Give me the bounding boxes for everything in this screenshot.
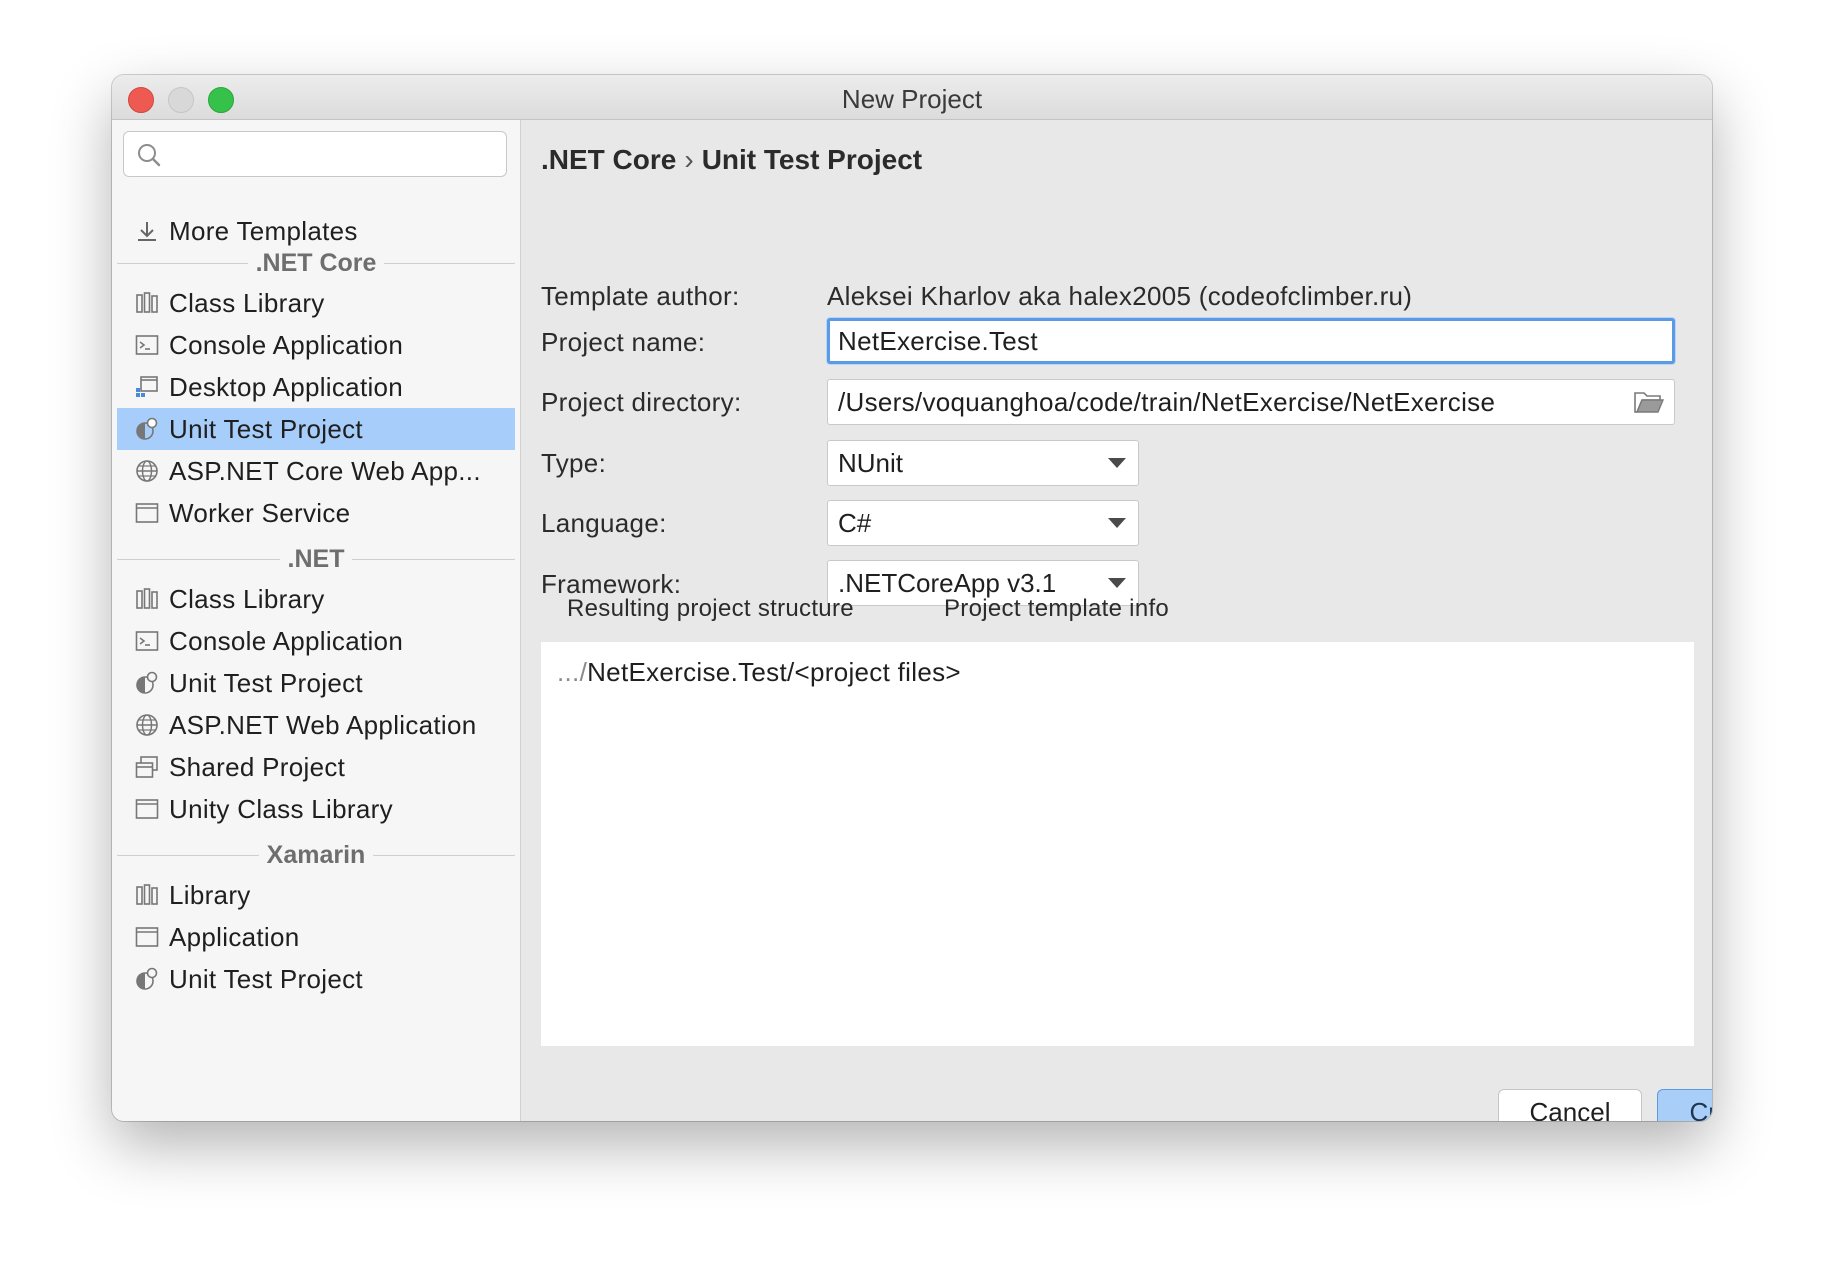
chevron-down-icon — [1108, 518, 1126, 528]
language-value: C# — [838, 507, 872, 538]
framework-value: .NETCoreApp v3.1 — [838, 567, 1057, 598]
window-icon — [134, 924, 160, 950]
tab-resulting-project-structure[interactable]: Resulting project structure — [541, 595, 904, 647]
library-icon — [134, 290, 160, 316]
breadcrumb-template: Unit Test Project — [701, 144, 923, 175]
template-item-label: Class Library — [169, 287, 325, 318]
template-item-unit-test-project[interactable]: Unit Test Project — [117, 958, 515, 1000]
template-item-label: Unity Class Library — [169, 793, 393, 824]
folder-open-icon[interactable] — [1634, 389, 1665, 422]
download-icon — [134, 218, 160, 244]
more-templates-button[interactable]: More Templates — [117, 210, 515, 252]
create-button-label: Create — [1689, 1096, 1712, 1122]
template-item-label: Shared Project — [169, 751, 346, 782]
template-item-console-application[interactable]: Console Application — [117, 324, 515, 366]
template-author-label: Template author: — [541, 281, 740, 311]
group-header-net: .NET — [117, 544, 516, 574]
console-icon — [134, 628, 160, 654]
project-structure-path: .../NetExercise.Test/<project files> — [557, 657, 961, 688]
template-details-panel: .NET Core › Unit Test Project Template aut… — [521, 120, 1712, 1121]
project-name-value: NetExercise.Test — [838, 325, 1038, 356]
cancel-button[interactable]: Cancel — [1498, 1089, 1642, 1121]
template-item-label: ASP.NET Core Web App... — [169, 455, 481, 486]
template-item-unity-class-library[interactable]: Unity Class Library — [117, 788, 515, 830]
create-button[interactable]: Create — [1657, 1089, 1712, 1121]
desktop-app-icon — [134, 374, 160, 400]
template-item-worker-service[interactable]: Worker Service — [117, 492, 515, 534]
template-item-label: Worker Service — [169, 497, 351, 528]
template-item-label: Unit Test Project — [169, 413, 363, 444]
group-title: .NET Core — [255, 248, 377, 277]
template-item-label: Class Library — [169, 583, 325, 614]
type-value: NUnit — [838, 447, 904, 478]
project-structure-panel: .../NetExercise.Test/<project files> — [541, 642, 1694, 1046]
tab-label: Resulting project structure — [567, 595, 854, 622]
template-item-label: Library — [169, 879, 251, 910]
window-icon — [134, 500, 160, 526]
path-prefix: .../ — [557, 657, 588, 687]
template-sidebar: More Templates .NET Core Class Library C… — [112, 120, 521, 1121]
breadcrumb-separator: › — [684, 144, 694, 175]
search-icon — [138, 144, 161, 167]
template-item-aspnet-web-application[interactable]: ASP.NET Web Application — [117, 704, 515, 746]
template-item-unit-test-project[interactable]: Unit Test Project — [117, 408, 515, 450]
library-icon — [134, 882, 160, 908]
new-project-dialog: New Project More Templates .NET Core Cla… — [112, 75, 1712, 1121]
project-directory-field[interactable]: /Users/voquanghoa/code/train/NetExercise… — [827, 379, 1675, 425]
template-item-class-library[interactable]: Class Library — [117, 282, 515, 324]
breadcrumb: .NET Core › Unit Test Project — [541, 144, 922, 176]
project-directory-label: Project directory: — [541, 387, 742, 417]
template-item-shared-project[interactable]: Shared Project — [117, 746, 515, 788]
template-item-label: Desktop Application — [169, 371, 404, 402]
template-item-label: Console Application — [169, 625, 404, 656]
template-item-desktop-application[interactable]: Desktop Application — [117, 366, 515, 408]
search-input[interactable] — [123, 131, 507, 177]
path-value: NetExercise.Test/<project files> — [587, 657, 961, 687]
project-name-label: Project name: — [541, 327, 706, 357]
cancel-button-label: Cancel — [1529, 1096, 1611, 1122]
more-templates-label: More Templates — [169, 215, 358, 246]
language-label: Language: — [541, 508, 667, 538]
template-item-label: Application — [169, 921, 300, 952]
group-header-net-core: .NET Core — [117, 248, 516, 278]
globe-icon — [134, 712, 160, 738]
unit-test-icon — [134, 966, 160, 992]
template-item-class-library[interactable]: Class Library — [117, 578, 515, 620]
template-item-aspnet-core-web-app[interactable]: ASP.NET Core Web App... — [117, 450, 515, 492]
group-title: .NET — [287, 544, 345, 573]
library-icon — [134, 586, 160, 612]
group-title: Xamarin — [266, 840, 366, 869]
language-select[interactable]: C# — [827, 500, 1139, 546]
unit-test-icon — [134, 416, 160, 442]
tab-project-template-info[interactable]: Project template info — [944, 595, 1169, 647]
template-item-label: Unit Test Project — [169, 667, 363, 698]
console-icon — [134, 332, 160, 358]
template-item-console-application[interactable]: Console Application — [117, 620, 515, 662]
tab-label: Project template info — [944, 595, 1170, 622]
template-item-label: ASP.NET Web Application — [169, 709, 477, 740]
breadcrumb-category: .NET Core — [541, 144, 677, 175]
template-item-application[interactable]: Application — [117, 916, 515, 958]
window-icon — [134, 796, 160, 822]
type-select[interactable]: NUnit — [827, 440, 1139, 486]
type-label: Type: — [541, 448, 607, 478]
chevron-down-icon — [1108, 458, 1126, 468]
group-header-xamarin: Xamarin — [117, 840, 516, 870]
title-bar: New Project — [112, 75, 1712, 120]
project-directory-value: /Users/voquanghoa/code/train/NetExercise… — [838, 386, 1496, 417]
globe-icon — [134, 458, 160, 484]
shared-project-icon — [134, 754, 160, 780]
unit-test-icon — [134, 670, 160, 696]
window-title: New Project — [841, 84, 983, 114]
template-item-label: Console Application — [169, 329, 404, 360]
template-item-unit-test-project[interactable]: Unit Test Project — [117, 662, 515, 704]
template-author-value: Aleksei Kharlov aka halex2005 (codeofcli… — [827, 281, 1413, 311]
project-name-field[interactable]: NetExercise.Test — [827, 318, 1675, 364]
chevron-down-icon — [1108, 578, 1126, 588]
template-item-library[interactable]: Library — [117, 874, 515, 916]
template-item-label: Unit Test Project — [169, 963, 363, 994]
